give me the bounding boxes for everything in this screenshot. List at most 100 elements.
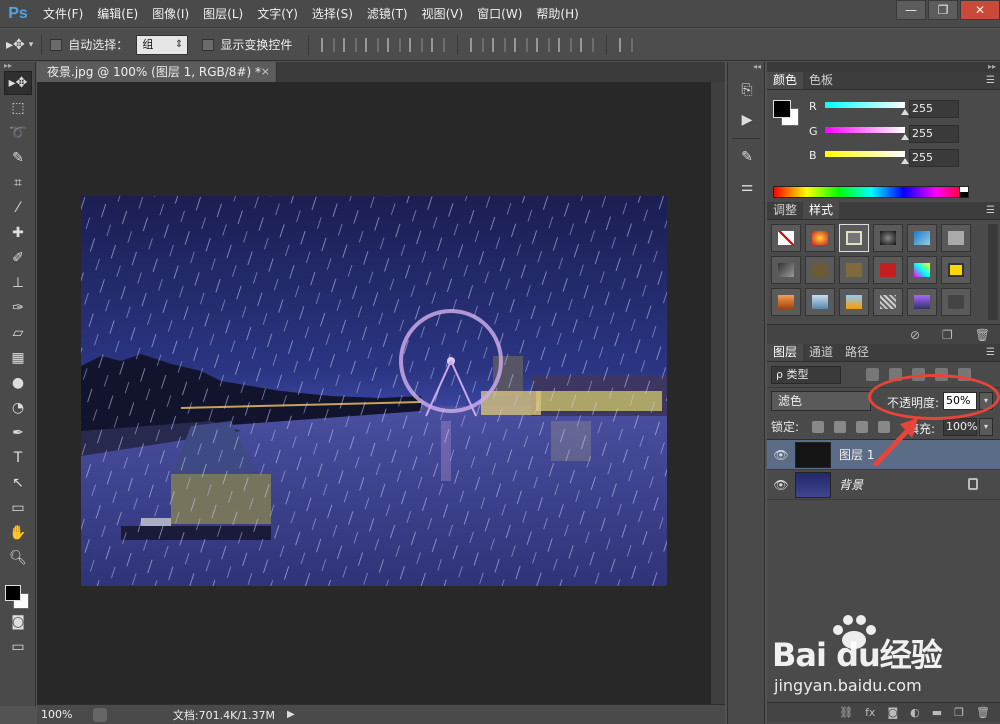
- auto-align-icon[interactable]: [619, 37, 634, 52]
- delete-layer-icon[interactable]: 🗑︎: [976, 706, 990, 719]
- style-swatch[interactable]: [805, 224, 835, 252]
- healing-brush-tool-icon[interactable]: ✚: [4, 221, 32, 245]
- style-swatch[interactable]: [771, 288, 801, 316]
- visibility-eye-icon[interactable]: 👁︎: [767, 448, 795, 462]
- status-menu-arrow-icon[interactable]: ▶: [287, 709, 295, 720]
- distribute-bottom-icon[interactable]: [514, 37, 529, 52]
- tab-adjustments[interactable]: 调整: [767, 202, 803, 219]
- brush-tool-icon[interactable]: ✐: [4, 246, 32, 270]
- menu-type[interactable]: 文字(Y): [250, 0, 305, 28]
- distribute-vcenter-icon[interactable]: [492, 37, 507, 52]
- style-swatch[interactable]: [805, 288, 835, 316]
- eraser-tool-icon[interactable]: ▱: [4, 321, 32, 345]
- red-slider[interactable]: [825, 102, 905, 108]
- foreground-color-swatch[interactable]: [773, 100, 791, 118]
- menu-filter[interactable]: 滤镜(T): [360, 0, 415, 28]
- style-swatch[interactable]: [941, 224, 971, 252]
- collapse-icon[interactable]: ▸▸: [0, 62, 35, 70]
- pen-tool-icon[interactable]: ✒: [4, 421, 32, 445]
- style-swatch[interactable]: [907, 224, 937, 252]
- canvas-image[interactable]: [81, 196, 667, 586]
- tool-preset-chevron-icon[interactable]: ▾: [29, 40, 34, 50]
- type-tool-icon[interactable]: T: [4, 446, 32, 470]
- fill-input[interactable]: 100%: [943, 418, 977, 436]
- quick-mask-icon[interactable]: ◙: [4, 610, 32, 634]
- style-swatch[interactable]: [907, 256, 937, 284]
- menu-window[interactable]: 窗口(W): [470, 0, 529, 28]
- fill-dropdown-icon[interactable]: ▾: [979, 418, 993, 436]
- add-mask-icon[interactable]: ◙: [887, 706, 898, 719]
- shape-tool-icon[interactable]: ▭: [4, 496, 32, 520]
- new-style-icon[interactable]: ❐: [942, 328, 953, 342]
- dodge-tool-icon[interactable]: ◔: [4, 396, 32, 420]
- tab-channels[interactable]: 通道: [803, 344, 839, 361]
- lock-transparent-icon[interactable]: [812, 420, 825, 433]
- crop-tool-icon[interactable]: ⌗: [4, 171, 32, 195]
- collapse-icon[interactable]: ▸▸: [767, 62, 1000, 72]
- align-vcenter-icon[interactable]: [343, 37, 358, 52]
- move-tool-icon[interactable]: ▸✥: [4, 71, 32, 95]
- collapse-icon[interactable]: ◂◂: [728, 62, 764, 72]
- color-swatches[interactable]: [0, 571, 35, 609]
- filter-pixel-icon[interactable]: [866, 368, 879, 381]
- foreground-color-swatch[interactable]: [5, 585, 21, 601]
- style-swatch[interactable]: [839, 256, 869, 284]
- align-top-icon[interactable]: [321, 37, 336, 52]
- red-slider-thumb[interactable]: [901, 109, 909, 115]
- style-swatch[interactable]: [805, 256, 835, 284]
- align-right-icon[interactable]: [431, 37, 446, 52]
- new-group-icon[interactable]: ▬: [932, 706, 942, 719]
- style-swatch[interactable]: [839, 288, 869, 316]
- style-swatch[interactable]: [771, 256, 801, 284]
- styles-scrollbar[interactable]: [988, 224, 998, 320]
- adjustment-layer-icon[interactable]: ◐: [910, 706, 920, 719]
- distribute-top-icon[interactable]: [470, 37, 485, 52]
- tool-presets-icon[interactable]: ⚌: [734, 175, 760, 199]
- visibility-eye-icon[interactable]: 👁︎: [767, 478, 795, 492]
- hand-tool-icon[interactable]: ✋: [4, 521, 32, 545]
- align-hcenter-icon[interactable]: [409, 37, 424, 52]
- panel-menu-icon[interactable]: ☰: [986, 347, 995, 358]
- path-select-tool-icon[interactable]: ↖: [4, 471, 32, 495]
- tab-swatches[interactable]: 色板: [803, 72, 839, 89]
- style-swatch[interactable]: [907, 288, 937, 316]
- style-swatch[interactable]: [941, 256, 971, 284]
- style-swatch[interactable]: [873, 224, 903, 252]
- style-none-swatch[interactable]: [771, 224, 801, 252]
- move-tool-icon[interactable]: ▸✥: [6, 37, 25, 53]
- panel-menu-icon[interactable]: ☰: [986, 205, 995, 216]
- tab-paths[interactable]: 路径: [839, 344, 875, 361]
- distribute-hcenter-icon[interactable]: [558, 37, 573, 52]
- green-slider[interactable]: [825, 127, 905, 133]
- green-slider-thumb[interactable]: [901, 134, 909, 140]
- close-icon[interactable]: ✕: [960, 0, 1000, 20]
- vertical-scrollbar[interactable]: [711, 82, 725, 706]
- menu-view[interactable]: 视图(V): [415, 0, 471, 28]
- auto-select-checkbox[interactable]: [50, 38, 63, 51]
- gradient-tool-icon[interactable]: ▦: [4, 346, 32, 370]
- marquee-tool-icon[interactable]: ⬚: [4, 96, 32, 120]
- blue-slider-thumb[interactable]: [901, 158, 909, 164]
- lasso-tool-icon[interactable]: ➰: [4, 121, 32, 145]
- clear-style-icon[interactable]: ⊘: [910, 328, 920, 342]
- menu-select[interactable]: 选择(S): [305, 0, 360, 28]
- style-swatch[interactable]: [941, 288, 971, 316]
- tab-styles[interactable]: 样式: [803, 202, 840, 219]
- distribute-right-icon[interactable]: [580, 37, 595, 52]
- align-bottom-icon[interactable]: [365, 37, 380, 52]
- minimize-icon[interactable]: —: [896, 0, 926, 20]
- style-swatch[interactable]: [873, 288, 903, 316]
- actions-panel-icon[interactable]: ▶: [734, 108, 760, 132]
- screen-mode-icon[interactable]: ▭: [4, 635, 32, 659]
- lock-pixels-icon[interactable]: [834, 420, 847, 433]
- style-swatch-selected[interactable]: [839, 224, 869, 252]
- history-brush-tool-icon[interactable]: ✑: [4, 296, 32, 320]
- tab-close-icon[interactable]: ×: [261, 62, 270, 82]
- zoom-tool-icon[interactable]: 🔍︎: [4, 546, 32, 570]
- delete-style-icon[interactable]: 🗑︎: [975, 328, 990, 342]
- menu-file[interactable]: 文件(F): [36, 0, 90, 28]
- distribute-left-icon[interactable]: [536, 37, 551, 52]
- menu-image[interactable]: 图像(I): [145, 0, 196, 28]
- restore-icon[interactable]: ❐: [928, 0, 958, 20]
- export-icon[interactable]: [93, 707, 107, 722]
